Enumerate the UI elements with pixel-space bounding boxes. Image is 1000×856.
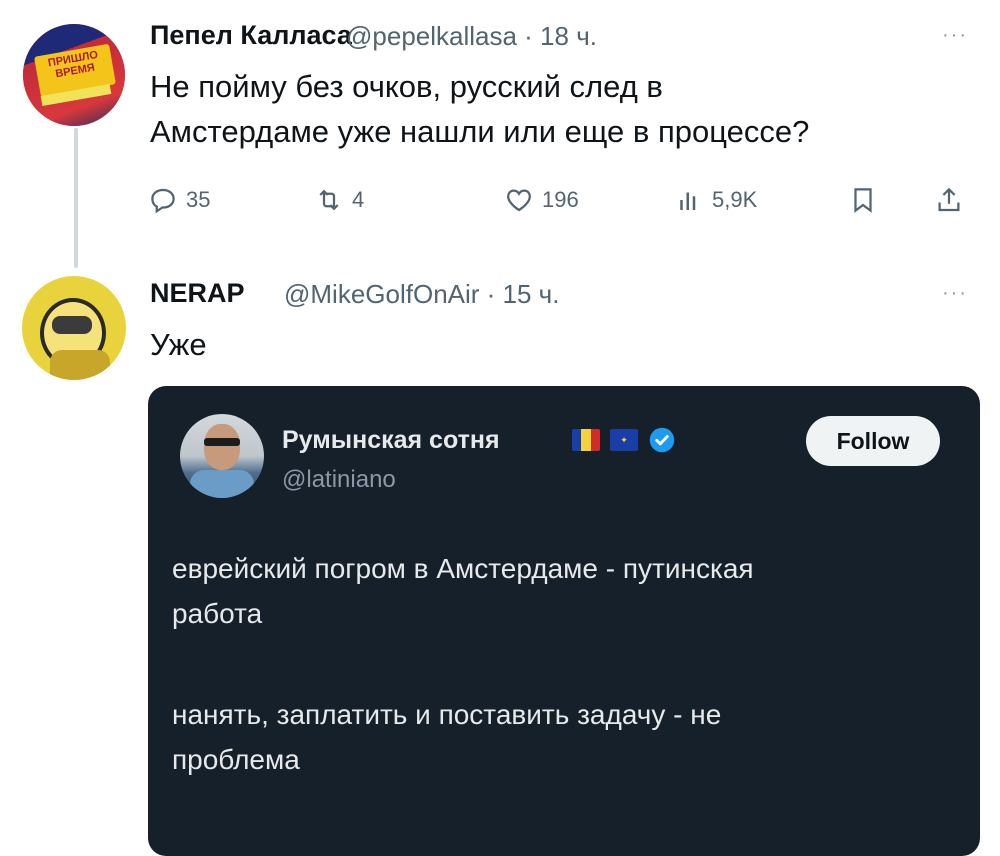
more-options-icon[interactable]: ··· <box>942 24 968 47</box>
quoted-text-line: еврейский погром в Амстердаме - путинска… <box>172 553 754 584</box>
avatar-visor <box>52 316 92 334</box>
reply-count: 35 <box>186 187 211 212</box>
quoted-text-line: проблема <box>172 744 300 775</box>
avatar-glasses <box>204 438 240 446</box>
quoted-author-handle[interactable]: @latiniano <box>282 466 396 494</box>
quoted-tweet-card[interactable]: Румынская сотня ✦ @latiniano Follow евре… <box>148 386 980 856</box>
share-button[interactable] <box>934 178 964 222</box>
author-handle-time[interactable]: @pepelkallasa · 18 ч. <box>346 21 597 52</box>
verified-badge-icon <box>649 427 675 453</box>
author-handle-time[interactable]: @MikeGolfOnAir · 15 ч. <box>284 279 559 310</box>
tweet-text-line: Амстердаме уже нашли или еще в процессе? <box>150 114 810 149</box>
retweet-count: 4 <box>352 187 365 212</box>
like-count: 196 <box>542 187 579 212</box>
quoted-author-name[interactable]: Румынская сотня <box>282 426 500 455</box>
quoted-text-line: работа <box>172 598 263 629</box>
author-name[interactable]: Пепел Калласа <box>150 20 352 51</box>
avatar-shirt <box>190 470 254 498</box>
views-icon <box>680 192 696 210</box>
romania-flag-icon <box>572 429 600 451</box>
thread-connector-line <box>74 128 78 268</box>
author-name[interactable]: NERAP <box>150 278 245 309</box>
retweet-button[interactable]: 4 <box>314 178 364 222</box>
follow-button[interactable]: Follow <box>806 416 940 466</box>
retweet-icon <box>319 189 339 211</box>
more-options-icon[interactable]: ··· <box>942 282 968 305</box>
avatar-head <box>204 424 240 470</box>
share-icon <box>938 187 960 212</box>
quoted-avatar[interactable] <box>180 414 264 498</box>
bookmark-icon <box>854 188 872 213</box>
tweet-text-line: Не пойму без очков, русский след в <box>150 69 663 104</box>
bookmark-button[interactable] <box>848 178 878 222</box>
eu-flag-icon: ✦ <box>610 429 638 451</box>
quoted-paragraph: еврейский погром в Амстердаме - путинска… <box>172 546 962 636</box>
avatar[interactable] <box>22 276 126 380</box>
quoted-paragraph: нанять, заплатить и поставить задачу - н… <box>172 692 962 782</box>
views-button[interactable]: 5,9K <box>674 178 757 222</box>
heart-icon <box>507 189 531 212</box>
tweet-text: Не пойму без очков, русский след в Амсте… <box>150 64 809 154</box>
avatar-body <box>50 350 110 380</box>
like-button[interactable]: 196 <box>504 178 579 222</box>
quoted-text-line: нанять, заплатить и поставить задачу - н… <box>172 699 722 730</box>
reply-button[interactable]: 35 <box>148 178 210 222</box>
reply-icon <box>151 188 175 214</box>
tweet-text: Уже <box>150 327 207 362</box>
avatar[interactable]: ПРИШЛО ВРЕМЯ <box>23 24 125 126</box>
views-count: 5,9K <box>712 187 758 212</box>
tweet-actions: 35 4 196 5,9K <box>148 178 978 222</box>
